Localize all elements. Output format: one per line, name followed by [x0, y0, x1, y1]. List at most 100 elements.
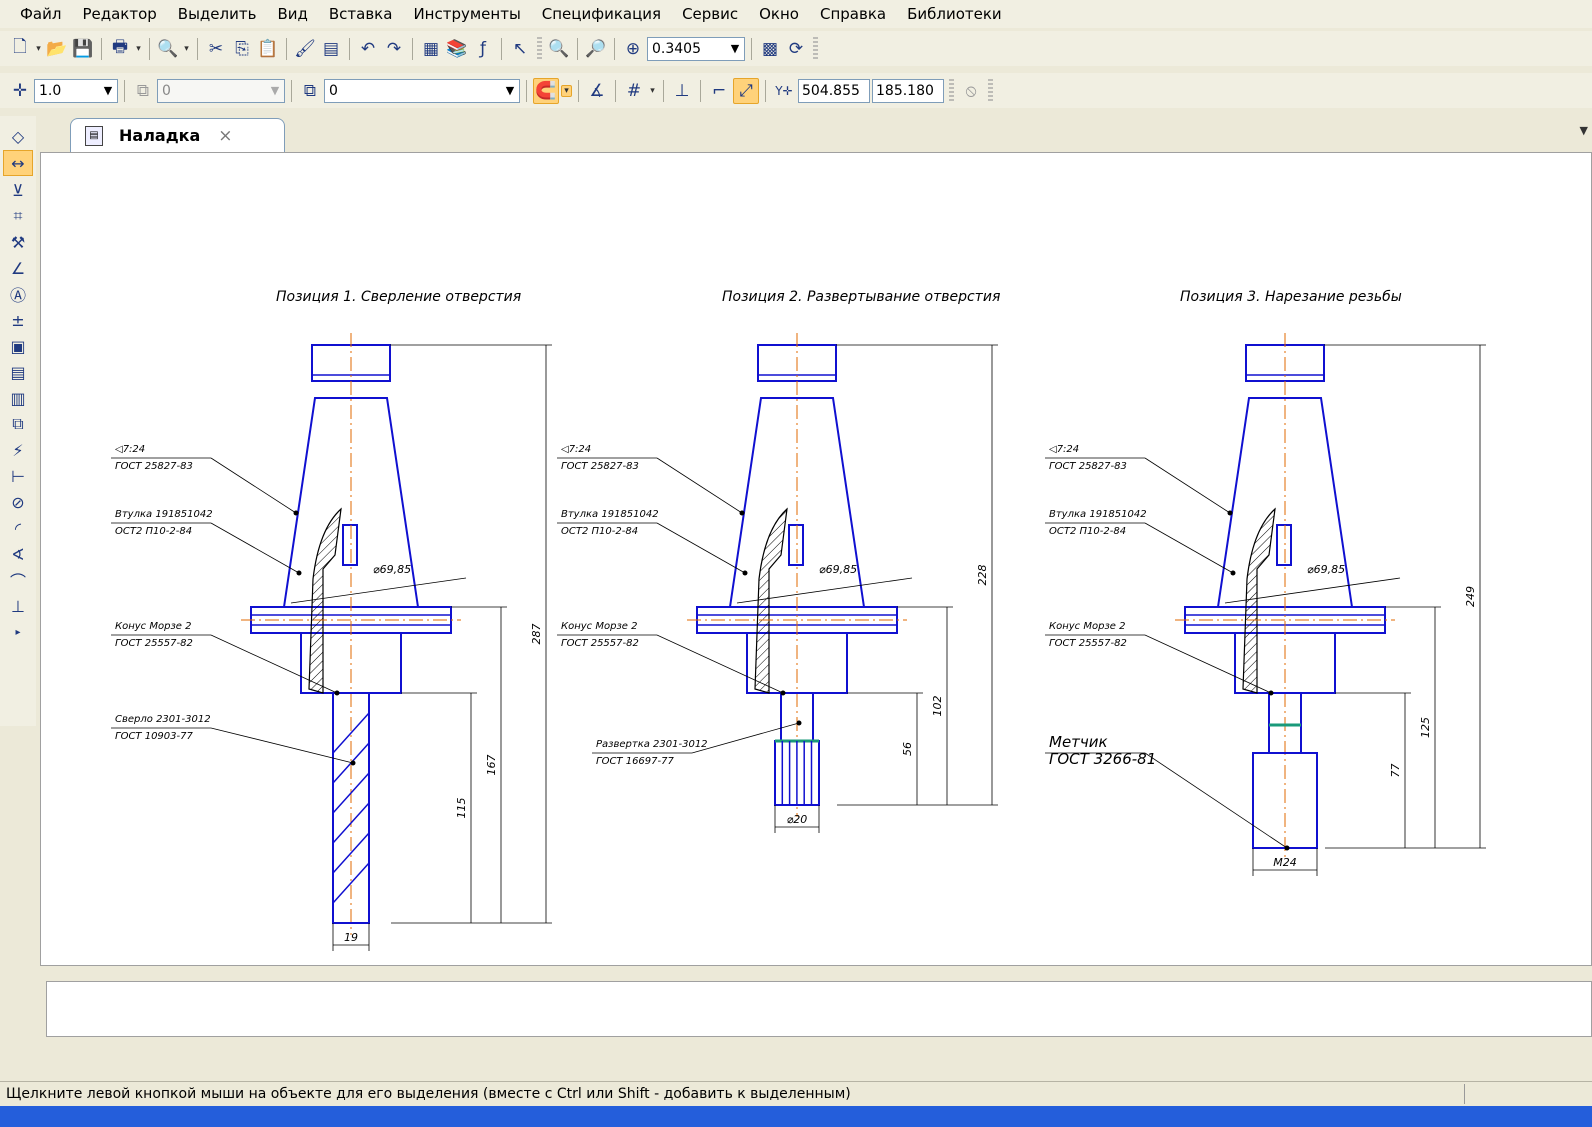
zoom-in-icon[interactable]: ⊕	[621, 37, 645, 61]
zoom-window-icon[interactable]: 🔍	[547, 37, 571, 61]
grid-dropdown-icon[interactable]: ▾	[648, 86, 657, 96]
local-cs-icon[interactable]: ⊥	[670, 79, 694, 103]
stop-command-icon[interactable]: ⦸	[959, 79, 983, 103]
manager-icon[interactable]: ▦	[419, 37, 443, 61]
separator	[197, 37, 198, 60]
menu-view[interactable]: Вид	[267, 0, 318, 28]
toolbar-grip[interactable]	[537, 36, 542, 61]
dimension-tool-diameter: 19	[344, 931, 358, 944]
copy-icon[interactable]: ⎘	[230, 37, 254, 61]
layers-panel-icon[interactable]: ⧉	[4, 412, 32, 436]
round-snap-icon[interactable]: ⤢	[733, 77, 759, 104]
library-icon[interactable]: 📚	[445, 37, 469, 61]
help-pointer-icon[interactable]: ↖	[508, 37, 532, 61]
diameter-dimension-icon[interactable]: ⊘	[4, 490, 32, 514]
paste-icon[interactable]: 📋	[256, 37, 280, 61]
refresh-icon[interactable]: ⟳	[784, 37, 808, 61]
print-dropdown-icon[interactable]: ▾	[134, 44, 143, 54]
angular-dimension-icon[interactable]: ∢	[4, 542, 32, 566]
step-cursor-icon[interactable]: ✛	[8, 79, 32, 103]
linear-dimension-icon[interactable]: ⊢	[4, 464, 32, 488]
drawing-canvas[interactable]: Позиция 1. Сверление отверстия 287 167 115 ⌀…	[40, 152, 1592, 966]
dimension-shank: 167	[485, 755, 498, 776]
chevron-down-icon[interactable]: ▼	[501, 84, 519, 97]
cursor-y-field[interactable]: 185.180	[872, 78, 944, 103]
cut-icon[interactable]: ✂	[204, 37, 228, 61]
format-brush-icon[interactable]: 🖌	[293, 37, 317, 61]
editing-icon[interactable]: ⌗	[4, 204, 32, 228]
menu-edit[interactable]: Редактор	[72, 0, 167, 28]
layer-combo[interactable]: 0 ▼	[324, 78, 520, 103]
measure-icon[interactable]: ∠	[4, 256, 32, 280]
snap-dropdown-icon[interactable]: ▾	[561, 84, 572, 97]
properties-icon[interactable]: ▤	[319, 37, 343, 61]
drawing-svg[interactable]: Позиция 1. Сверление отверстия 287 167 115 ⌀…	[41, 153, 1591, 965]
insert-icon[interactable]: ▤	[4, 360, 32, 384]
separator	[700, 79, 701, 102]
menu-tools[interactable]: Инструменты	[403, 0, 531, 28]
preview-dropdown-icon[interactable]: ▾	[182, 44, 191, 54]
more-tools-icon[interactable]: ▸	[4, 620, 32, 644]
drawing-document-icon: ▤	[85, 126, 103, 146]
layer-state-icon[interactable]: ⧉	[131, 79, 155, 103]
radial-dimension-icon[interactable]: ◜	[4, 516, 32, 540]
chevron-down-icon[interactable]: ▼	[99, 84, 117, 97]
arc-dimension-icon[interactable]: ⌒	[4, 568, 32, 592]
sleeve-slot	[1276, 524, 1292, 566]
zoom-combo[interactable]: 0.3405 ▼	[647, 36, 745, 61]
designations-icon[interactable]: ⊻	[4, 178, 32, 202]
properties-panel[interactable]	[46, 981, 1592, 1037]
geometry-icon[interactable]: ◇	[4, 124, 32, 148]
undo-icon[interactable]: ↶	[356, 37, 380, 61]
callout-3-line2: ГОСТ 25557-82	[115, 638, 193, 649]
regenerate-icon[interactable]: ▩	[758, 37, 782, 61]
select-icon[interactable]: Ⓐ	[4, 282, 32, 306]
ortho-icon[interactable]: ⌐	[707, 79, 731, 103]
snap-magnet-icon[interactable]: 🧲	[533, 77, 559, 104]
menu-service[interactable]: Сервис	[672, 0, 749, 28]
print-icon[interactable]: 🖶	[108, 37, 132, 61]
toolbar-grip[interactable]	[988, 78, 993, 103]
dimensions-icon[interactable]: ↔	[3, 150, 33, 176]
menu-select[interactable]: Выделить	[168, 0, 268, 28]
cursor-x-field[interactable]: 504.855	[798, 78, 870, 103]
dimension-overall: 228	[976, 565, 989, 586]
step-value: 1.0	[39, 82, 62, 99]
document-tab-title: Наладка	[119, 126, 201, 145]
menu-libraries[interactable]: Библиотеки	[897, 0, 1013, 28]
separator	[286, 37, 287, 60]
menu-file[interactable]: Файл	[0, 0, 72, 28]
menu-specification[interactable]: Спецификация	[532, 0, 672, 28]
toolbar-grip[interactable]	[813, 36, 818, 61]
parametrization-icon[interactable]: ⚒	[4, 230, 32, 254]
menu-window[interactable]: Окно	[749, 0, 810, 28]
toolbar-grip[interactable]	[949, 78, 954, 103]
position-title-3: Позиция 3. Нарезание резьбы	[1180, 289, 1402, 305]
callout-arrow	[1268, 690, 1274, 696]
auto-dimension-icon[interactable]: ⚡	[4, 438, 32, 462]
redo-icon[interactable]: ↷	[382, 37, 406, 61]
chevron-down-icon[interactable]: ▼	[726, 42, 744, 55]
local-snap-icon[interactable]: ∡	[585, 79, 609, 103]
dimension-tool: 115	[455, 798, 468, 819]
height-dimension-icon[interactable]: ⊥	[4, 594, 32, 618]
open-folder-icon[interactable]: 📂	[45, 37, 69, 61]
layers-icon[interactable]: ⧉	[298, 79, 322, 103]
new-dropdown-icon[interactable]: ▾	[34, 44, 43, 54]
grid-icon[interactable]: #	[622, 79, 646, 103]
preview-icon[interactable]: 🔍	[156, 37, 180, 61]
new-document-icon[interactable]: 🗋	[8, 37, 32, 61]
callout-2-line2: ОСТ2 П10-2-84	[1049, 526, 1126, 537]
close-tab-button[interactable]: ×	[218, 126, 232, 146]
document-tab[interactable]: ▤ Наладка ×	[70, 118, 285, 152]
zoom-all-icon[interactable]: 🔎	[584, 37, 608, 61]
tab-list-icon[interactable]: ▼	[1580, 124, 1588, 137]
menu-insert[interactable]: Вставка	[319, 0, 404, 28]
reports-icon[interactable]: ▣	[4, 334, 32, 358]
fragments-icon[interactable]: ▥	[4, 386, 32, 410]
save-icon[interactable]: 💾	[71, 37, 95, 61]
spec-icon[interactable]: ±	[4, 308, 32, 332]
menu-help[interactable]: Справка	[810, 0, 897, 28]
variables-icon[interactable]: ƒ	[471, 37, 495, 61]
step-combo[interactable]: 1.0 ▼	[34, 78, 118, 103]
